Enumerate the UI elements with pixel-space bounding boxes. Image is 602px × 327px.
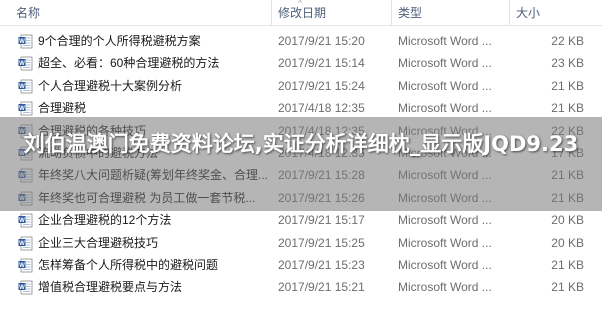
file-type: Microsoft Word ... (398, 280, 492, 295)
file-row[interactable]: W 9个合理的个人所得税避税方案 2017/9/21 15:20 Microsoft … (0, 30, 602, 52)
column-header-date[interactable]: 修改日期 (272, 0, 392, 26)
file-size: 20 KB (551, 235, 584, 250)
file-row[interactable]: W 怎样筹备个人所得税中的避税问题 2017/9/21 15:23 Microsoft… (0, 254, 602, 276)
file-row[interactable]: W 增值税合理避税要点与方法 2017/9/21 15:21 Microsoft Wo… (0, 276, 602, 298)
word-document-icon: W (18, 56, 33, 71)
svg-text:W: W (19, 106, 25, 112)
watermark-text: 刘伯温澳门免费资料论坛,实证分析详细枕_显示版JQD9.23 (23, 132, 579, 156)
svg-text:W: W (19, 61, 25, 67)
file-modified-date: 2017/9/21 15:25 (278, 235, 365, 250)
file-name: 企业合理避税的12个方法 (38, 213, 172, 228)
file-modified-date: 2017/9/21 15:24 (278, 78, 365, 93)
file-name: 超全、必看：60种合理避税的方法 (38, 56, 220, 71)
file-modified-date: 2017/9/21 15:23 (278, 257, 365, 272)
file-explorer: ^ 名称 修改日期 类型 大小 W 9个合理的个人所得税避税方案 2017/9/21… (0, 0, 602, 327)
file-row[interactable]: W 企业合理避税的12个方法 2017/9/21 15:17 Microsoft Wo… (0, 209, 602, 231)
file-name: 企业三大合理避税技巧 (38, 235, 159, 250)
word-document-icon: W (18, 79, 33, 94)
file-size: 22 KB (551, 34, 584, 48)
word-document-icon: W (18, 34, 33, 49)
file-modified-date: 2017/9/21 15:17 (278, 213, 365, 228)
file-modified-date: 2017/9/21 15:20 (278, 34, 365, 48)
file-type: Microsoft Word ... (398, 78, 492, 93)
file-type: Microsoft Word ... (398, 34, 492, 48)
svg-text:W: W (19, 218, 25, 224)
word-document-icon: W (18, 236, 33, 251)
file-name: 个人合理避税十大案例分析 (38, 78, 183, 93)
svg-text:W: W (19, 263, 25, 269)
file-size: 21 KB (551, 280, 584, 295)
column-header-size[interactable]: 大小 (510, 0, 590, 26)
file-size: 23 KB (551, 56, 584, 71)
file-modified-date: 2017/9/21 15:14 (278, 56, 365, 71)
file-name: 增值税合理避税要点与方法 (38, 280, 183, 295)
column-header-bar: ^ 名称 修改日期 类型 大小 (0, 0, 602, 26)
svg-text:W: W (19, 39, 25, 45)
file-name: 怎样筹备个人所得税中的避税问题 (38, 257, 219, 272)
file-size: 21 KB (551, 78, 584, 93)
file-type: Microsoft Word ... (398, 56, 492, 71)
column-header-type[interactable]: 类型 (392, 0, 510, 26)
word-document-icon: W (18, 280, 33, 295)
file-modified-date: 2017/9/21 15:21 (278, 280, 365, 295)
file-size: 21 KB (551, 257, 584, 272)
word-document-icon: W (18, 258, 33, 273)
word-document-icon: W (18, 213, 33, 228)
svg-text:W: W (19, 240, 25, 246)
file-size: 20 KB (551, 213, 584, 228)
svg-text:W: W (19, 285, 25, 291)
svg-text:W: W (19, 84, 25, 90)
file-type: Microsoft Word ... (398, 213, 492, 228)
file-name: 9个合理的个人所得税避税方案 (38, 34, 201, 48)
word-document-icon: W (18, 101, 33, 116)
file-type: Microsoft Word ... (398, 235, 492, 250)
file-row[interactable]: W 个人合理避税十大案例分析 2017/9/21 15:24 Microsoft Wo… (0, 75, 602, 97)
column-header-name[interactable]: 名称 (10, 0, 272, 26)
file-row[interactable]: W 超全、必看：60种合理避税的方法 2017/9/21 15:14 Microsof… (0, 52, 602, 74)
file-row[interactable]: W 企业三大合理避税技巧 2017/9/21 15:25 Microsoft Word… (0, 232, 602, 254)
file-type: Microsoft Word ... (398, 257, 492, 272)
